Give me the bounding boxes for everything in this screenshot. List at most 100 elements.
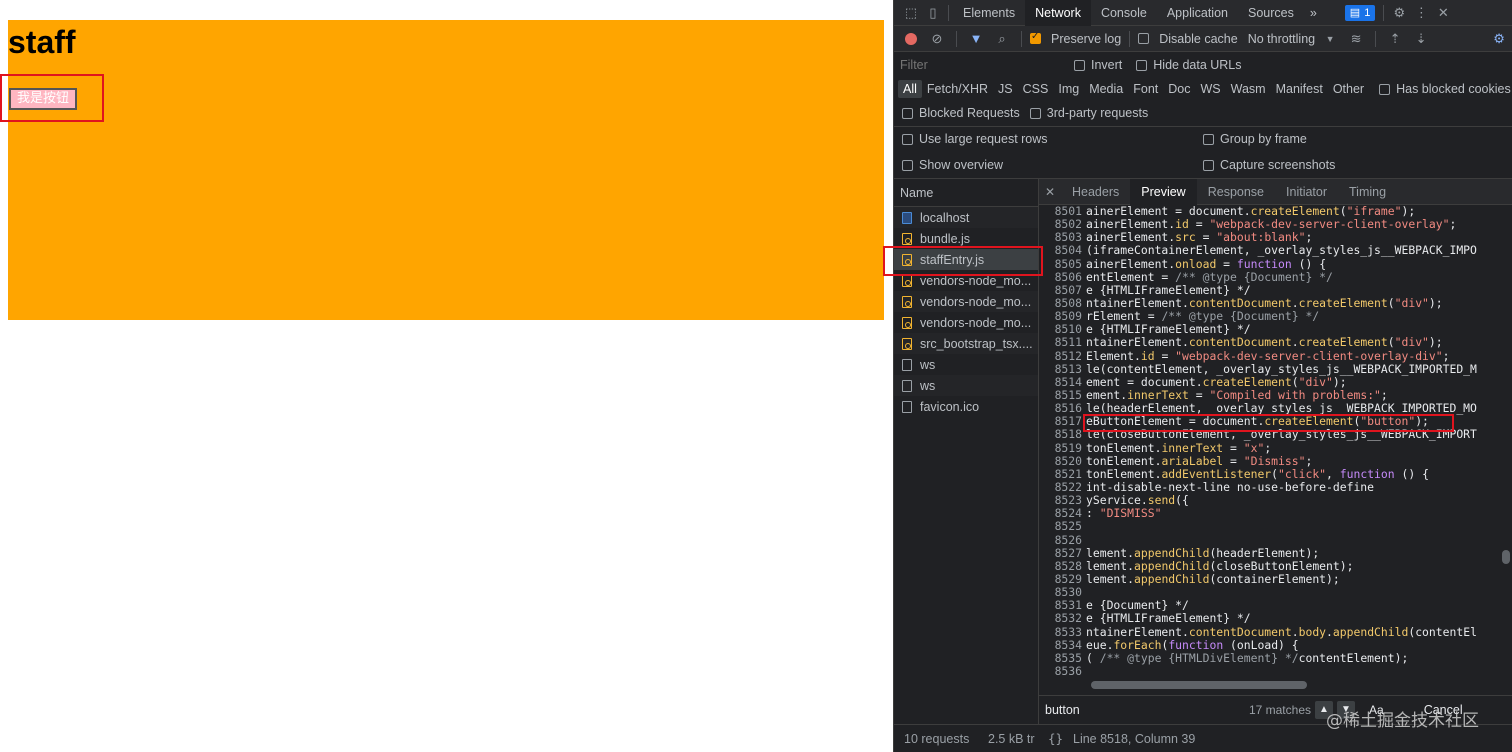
devtools-tabbar: ⬚ ▯ Elements Network Console Application…	[894, 0, 1512, 26]
request-row[interactable]: vendors-node_mo...	[894, 312, 1038, 333]
code-line: 8536	[1039, 663, 1512, 678]
search-input[interactable]	[1045, 699, 1245, 720]
watermark: @稀土掘金技术社区	[1326, 711, 1479, 731]
more-tabs-button[interactable]: »	[1304, 0, 1323, 26]
close-icon[interactable]: ✕	[1432, 2, 1454, 24]
has-blocked-cookies-checkbox[interactable]	[1379, 83, 1391, 95]
issues-badge[interactable]: ▤ 1	[1344, 4, 1376, 21]
divider	[956, 30, 957, 47]
request-row[interactable]: ws	[894, 354, 1038, 375]
script-icon	[902, 337, 912, 350]
search-icon[interactable]: ⌕	[991, 28, 1013, 50]
network-settings-icon[interactable]: ⚙	[1488, 28, 1510, 50]
tab-application[interactable]: Application	[1157, 0, 1238, 26]
tab-headers[interactable]: Headers	[1061, 179, 1130, 205]
network-conditions-icon[interactable]: ≋	[1345, 28, 1367, 50]
line-number: 8511	[1054, 335, 1082, 350]
vertical-scrollbar[interactable]	[1502, 550, 1510, 564]
divider	[1383, 4, 1385, 21]
request-row[interactable]: localhost	[894, 207, 1038, 228]
horizontal-scrollbar[interactable]	[1091, 681, 1307, 689]
line-number: 8519	[1054, 440, 1082, 455]
request-row[interactable]: favicon.ico	[894, 396, 1038, 417]
filter-input[interactable]	[900, 56, 1062, 74]
line-number: 8507	[1054, 282, 1082, 297]
code-text: Element.id = "webpack-dev-server-client-…	[1086, 348, 1450, 363]
preserve-log-checkbox[interactable]	[1030, 31, 1041, 44]
line-number: 8512	[1054, 348, 1082, 363]
type-media[interactable]: Media	[1084, 80, 1128, 98]
code-text: tonElement.addEventListener("click", fun…	[1086, 466, 1429, 481]
script-icon	[902, 295, 912, 308]
transferred-size: 2.5 kB tr	[988, 731, 1035, 746]
tab-elements[interactable]: Elements	[953, 0, 1025, 26]
code-line: 8521 tonElement.addEventListener("click",…	[1039, 466, 1512, 481]
close-detail-icon[interactable]: ✕	[1039, 185, 1061, 199]
type-all[interactable]: All	[898, 80, 922, 98]
code-text: entElement = /** @type {Document} */	[1086, 269, 1333, 284]
type-ws[interactable]: WS	[1195, 80, 1225, 98]
tab-sources[interactable]: Sources	[1238, 0, 1304, 26]
code-viewer[interactable]: 8501 ainerElement = document.createElemen…	[1039, 205, 1512, 685]
export-har-icon[interactable]: ⇣	[1410, 28, 1432, 50]
request-row[interactable]: src_bootstrap_tsx....	[894, 333, 1038, 354]
large-rows-checkbox[interactable]	[902, 133, 913, 145]
request-row[interactable]: ws	[894, 375, 1038, 396]
line-number: 8525	[1054, 519, 1082, 534]
has-blocked-cookies-label: Has blocked cookies	[1396, 82, 1511, 96]
tab-preview[interactable]: Preview	[1130, 178, 1197, 205]
show-overview-checkbox[interactable]	[902, 159, 913, 171]
code-line: 8520 tonElement.ariaLabel = "Dismiss";	[1039, 453, 1512, 468]
tab-response[interactable]: Response	[1197, 179, 1275, 205]
request-name: ws	[920, 357, 936, 372]
gear-icon[interactable]: ⚙	[1388, 2, 1410, 24]
throttling-select[interactable]: No throttling	[1248, 32, 1315, 46]
blocked-requests-checkbox[interactable]	[902, 107, 913, 119]
type-wasm[interactable]: Wasm	[1226, 80, 1271, 98]
hide-data-urls-checkbox[interactable]	[1136, 59, 1148, 71]
group-by-frame-checkbox[interactable]	[1203, 133, 1214, 145]
line-number: 8536	[1054, 663, 1082, 678]
line-number: 8520	[1054, 453, 1082, 468]
type-fetch-xhr[interactable]: Fetch/XHR	[922, 80, 993, 98]
type-doc[interactable]: Doc	[1163, 80, 1195, 98]
request-detail-panel: ✕ Headers Preview Response Initiator Tim…	[1039, 178, 1512, 724]
capture-screenshots-checkbox[interactable]	[1203, 159, 1214, 171]
filter-bar: Invert Hide data URLs	[894, 53, 1512, 77]
capture-screenshots-label: Capture screenshots	[1220, 158, 1336, 172]
tab-timing[interactable]: Timing	[1338, 179, 1397, 205]
web-page: staff 我是按钮	[0, 0, 893, 752]
tab-network[interactable]: Network	[1025, 0, 1091, 26]
type-font[interactable]: Font	[1128, 80, 1163, 98]
type-other[interactable]: Other	[1328, 80, 1369, 98]
device-toolbar-icon[interactable]: ▯	[922, 2, 944, 24]
third-party-checkbox[interactable]	[1029, 107, 1041, 119]
type-js[interactable]: JS	[993, 80, 1018, 98]
request-row[interactable]: vendors-node_mo...	[894, 291, 1038, 312]
record-icon[interactable]	[900, 28, 922, 50]
import-har-icon[interactable]: ⇡	[1384, 28, 1406, 50]
name-column-header[interactable]: Name	[894, 179, 1038, 207]
blocked-requests-label: Blocked Requests	[919, 106, 1020, 120]
code-line: 8529 lement.appendChild(containerElement)…	[1039, 572, 1512, 586]
hide-data-urls-label: Hide data URLs	[1153, 58, 1242, 72]
type-img[interactable]: Img	[1053, 80, 1084, 98]
tab-console[interactable]: Console	[1091, 0, 1157, 26]
request-name: favicon.ico	[920, 399, 980, 414]
cursor-position: Line 8518, Column 39	[1073, 731, 1196, 746]
disable-cache-checkbox[interactable]	[1138, 33, 1150, 44]
code-line: 8525	[1039, 520, 1512, 533]
pretty-print-button[interactable]: {}	[1039, 731, 1073, 746]
type-css[interactable]: CSS	[1018, 80, 1054, 98]
tab-initiator[interactable]: Initiator	[1275, 179, 1338, 205]
inspect-element-icon[interactable]: ⬚	[900, 2, 922, 24]
filter-icon[interactable]: ▼	[965, 28, 987, 50]
chevron-down-icon[interactable]: ▼	[1319, 28, 1341, 50]
request-name: vendors-node_mo...	[920, 294, 1032, 309]
type-manifest[interactable]: Manifest	[1271, 80, 1328, 98]
invert-checkbox[interactable]	[1074, 59, 1085, 71]
clear-icon[interactable]: ⊘	[926, 28, 948, 50]
kebab-menu-icon[interactable]: ⋮	[1410, 2, 1432, 24]
resource-type-filters: All Fetch/XHR JS CSS Img Media Font Doc …	[894, 77, 1512, 101]
devtools-panel: ⬚ ▯ Elements Network Console Application…	[883, 0, 1512, 752]
